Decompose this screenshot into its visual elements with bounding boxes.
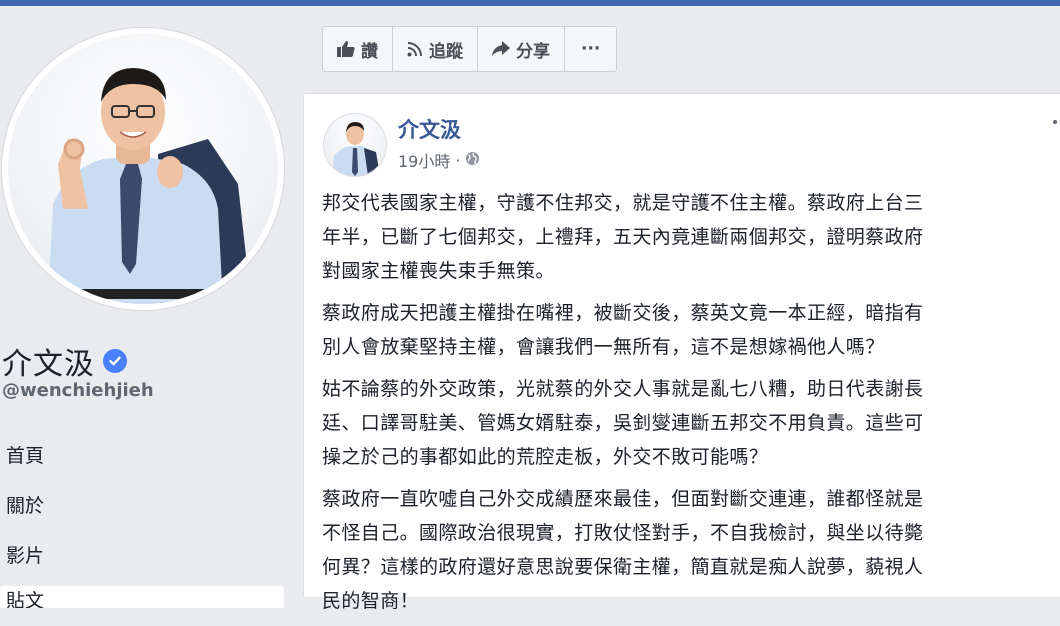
profile-handle[interactable]: @wenchiehjieh: [2, 380, 154, 401]
nav-item-about[interactable]: 關於: [6, 486, 284, 536]
profile-sidebar: 介文汲 @wenchiehjieh 首頁 關於 影片 貼文: [0, 6, 300, 608]
profile-photo-illustration: [48, 68, 248, 304]
thumbs-up-icon: [337, 41, 355, 57]
like-button[interactable]: 讚: [323, 27, 393, 71]
profile-picture[interactable]: [8, 34, 278, 304]
profile-picture-frame[interactable]: [2, 28, 284, 310]
nav-item-posts[interactable]: 貼文: [0, 586, 284, 608]
post-paragraph: 蔡政府成天把護主權掛在嘴裡，被斷交後，蔡英文竟一本正經，暗指有 別人會放棄堅持主…: [322, 302, 924, 358]
more-button[interactable]: ···: [565, 27, 616, 71]
page-action-bar: 讚 追蹤 分享 ···: [322, 26, 618, 72]
post-paragraph: 姑不論蔡的外交政策，光就蔡的外交人事就是亂七八糟，助日代表謝長 廷、口譯哥駐美、…: [322, 378, 924, 468]
post-options-icon[interactable]: [1053, 120, 1057, 124]
post-card: 介文汲 19小時 · 邦交代表國家主權，守護不住邦交，就是守護不住主權。蔡政府上…: [303, 93, 1060, 612]
share-label: 分享: [516, 41, 550, 62]
more-icon: ···: [581, 39, 601, 59]
post-paragraph: 邦交代表國家主權，守護不住邦交，就是守護不住主權。蔡政府上台三 年半，已斷了七個…: [322, 192, 924, 282]
meta-separator: ·: [455, 150, 461, 170]
post-author-name[interactable]: 介文汲: [398, 114, 461, 144]
post-paragraph: 蔡政府一直吹噓自己外交成績歷來最佳，但面對斷交連連，誰都怪就是 不怪自己。國際政…: [322, 488, 924, 612]
profile-nav: 首頁 關於 影片 貼文: [0, 436, 284, 608]
verified-badge-icon: [103, 349, 127, 373]
share-button[interactable]: 分享: [478, 27, 565, 71]
globe-icon: [465, 151, 480, 170]
post-timestamp[interactable]: 19小時: [398, 148, 450, 172]
rss-icon: [407, 41, 423, 57]
author-photo-illustration: [332, 122, 380, 176]
nav-item-home[interactable]: 首頁: [6, 436, 284, 486]
nav-item-videos[interactable]: 影片: [6, 536, 284, 586]
follow-button[interactable]: 追蹤: [393, 27, 478, 71]
post-author-avatar[interactable]: [323, 113, 387, 177]
post-body: 邦交代表國家主權，守護不住邦交，就是守護不住主權。蔡政府上台三 年半，已斷了七個…: [322, 186, 1060, 626]
share-arrow-icon: [492, 41, 510, 57]
follow-label: 追蹤: [429, 41, 463, 62]
like-label: 讚: [361, 41, 378, 62]
post-meta: 19小時 ·: [398, 148, 480, 172]
profile-name[interactable]: 介文汲: [2, 339, 95, 383]
